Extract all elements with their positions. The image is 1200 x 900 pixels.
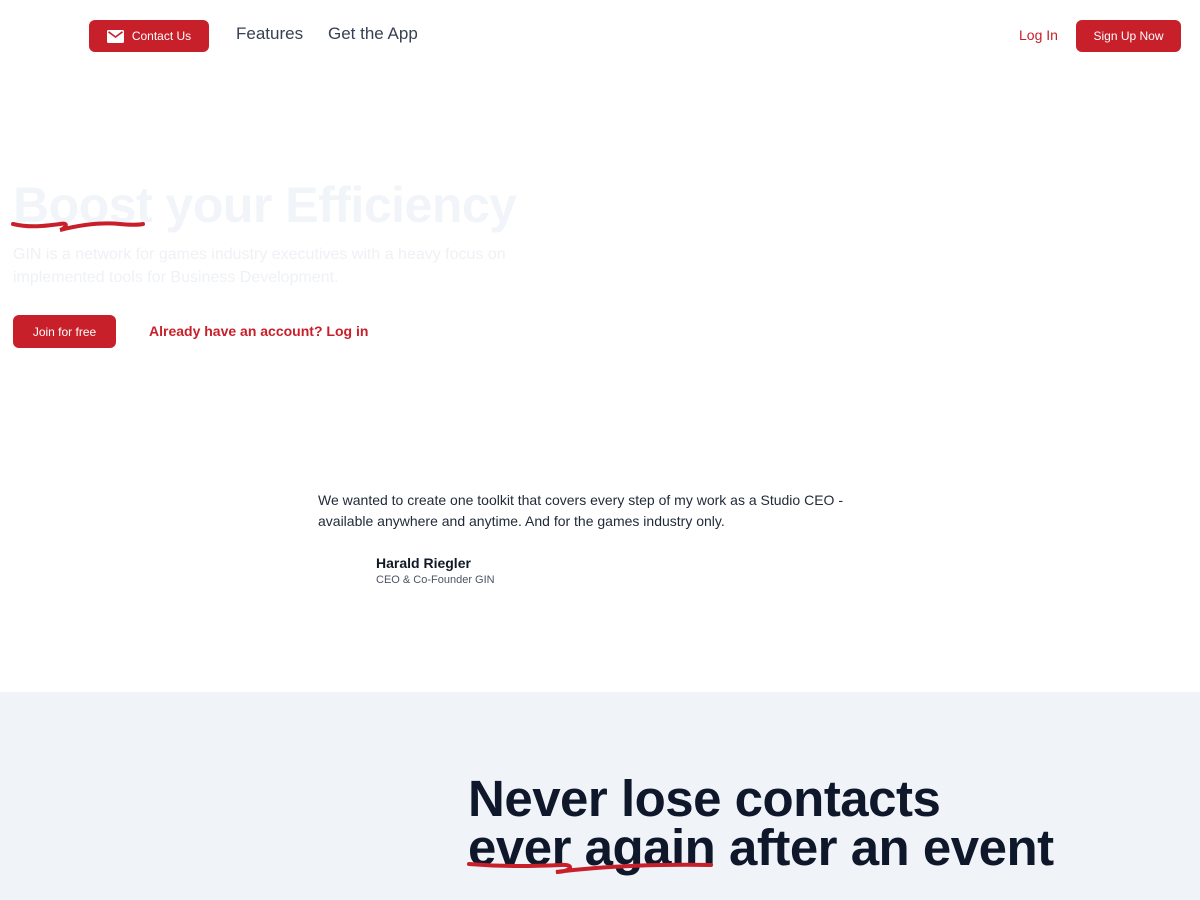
contacts-heading-rest: after an event xyxy=(715,819,1054,876)
hero-subtitle: GIN is a network for games industry exec… xyxy=(13,246,506,286)
contact-us-button[interactable]: Contact Us xyxy=(89,20,209,52)
contacts-feature-section: Never lose contacts ever again after an … xyxy=(0,692,1200,900)
already-have-account-link[interactable]: Already have an account? Log in xyxy=(149,323,368,339)
nav-features-link[interactable]: Features xyxy=(236,24,303,44)
mail-icon xyxy=(106,29,124,43)
sign-up-button[interactable]: Sign Up Now xyxy=(1076,20,1181,52)
login-link[interactable]: Log In xyxy=(1019,27,1058,43)
testimonial-author-role: CEO & Co-Founder GIN xyxy=(376,574,495,586)
join-for-free-button[interactable]: Join for free xyxy=(13,315,116,348)
squiggle-underline-icon xyxy=(467,862,713,874)
testimonial-quote: We wanted to create one toolkit that cov… xyxy=(318,492,843,529)
testimonial-author-name: Harald Riegler xyxy=(376,555,471,571)
squiggle-underline-icon xyxy=(11,221,145,232)
contact-us-label: Contact Us xyxy=(131,29,192,43)
site-header: Contact Us Features Get the App Log In S… xyxy=(0,0,1200,72)
nav-get-app-link[interactable]: Get the App xyxy=(328,24,418,44)
